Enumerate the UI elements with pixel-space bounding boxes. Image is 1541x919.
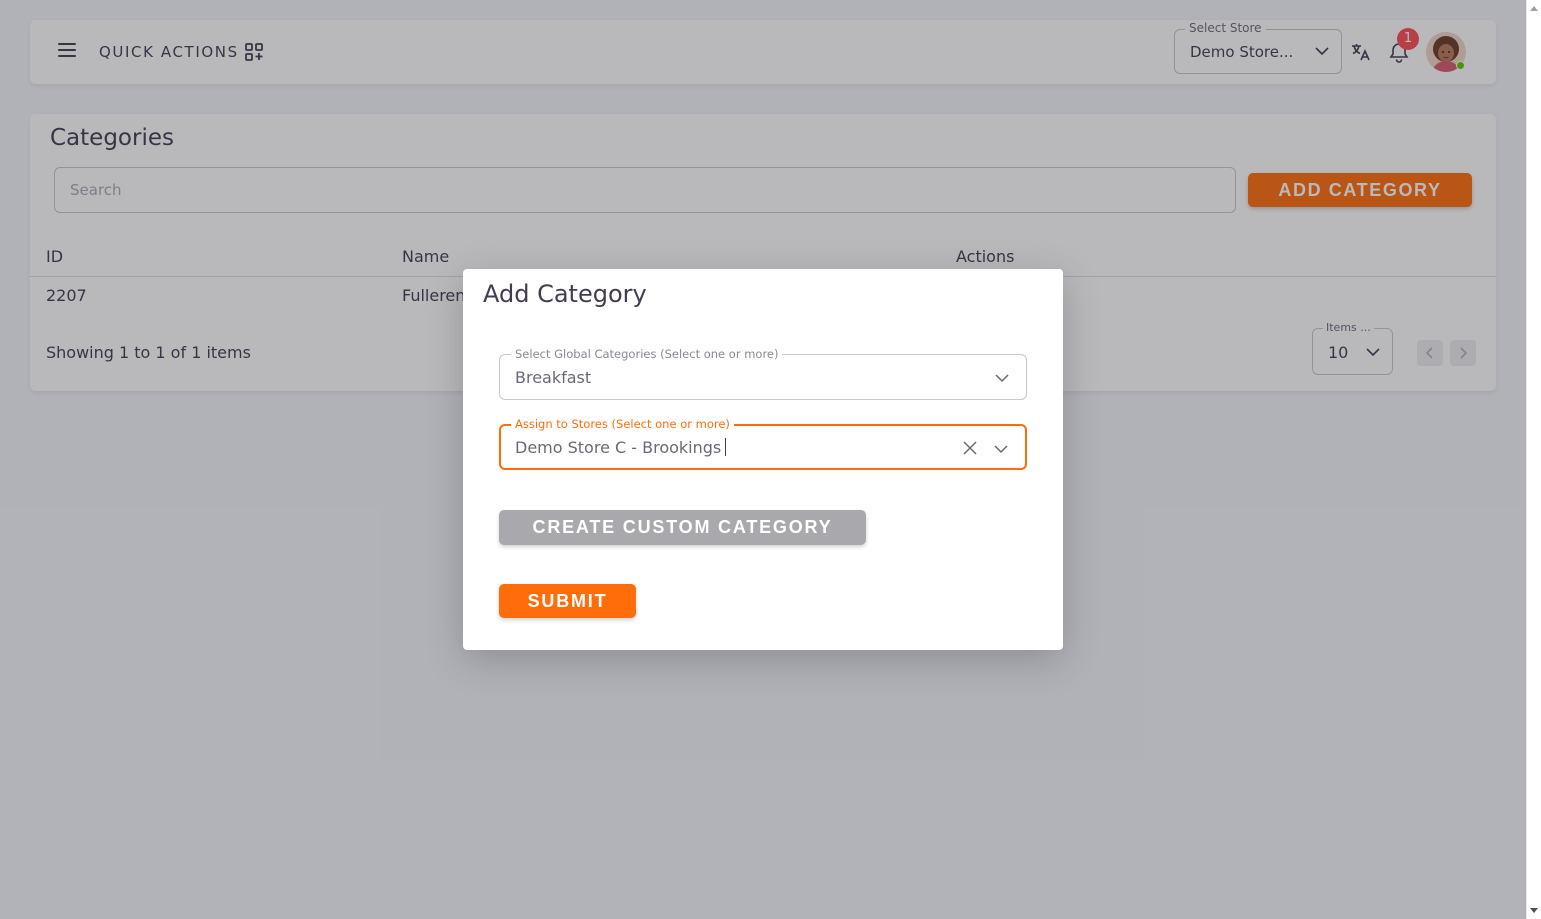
- add-category-dialog: Add Category Select Global Categories (S…: [463, 269, 1063, 650]
- global-categories-legend: Select Global Categories (Select one or …: [511, 347, 783, 361]
- scroll-down-arrow[interactable]: [1530, 908, 1538, 913]
- assign-stores-value: Demo Store C - Brookings: [515, 438, 727, 457]
- assign-stores-text: Demo Store C - Brookings: [515, 438, 722, 457]
- text-cursor: [725, 438, 727, 456]
- chevron-down-icon[interactable]: [993, 441, 1009, 457]
- global-categories-value: Breakfast: [515, 368, 592, 387]
- scroll-up-arrow[interactable]: [1530, 6, 1538, 11]
- create-custom-category-button[interactable]: CREATE CUSTOM CATEGORY: [499, 510, 866, 545]
- close-icon[interactable]: [962, 440, 978, 456]
- dialog-title: Add Category: [483, 280, 647, 308]
- global-categories-select[interactable]: Select Global Categories (Select one or …: [499, 347, 1027, 400]
- submit-button[interactable]: SUBMIT: [499, 584, 636, 618]
- assign-stores-legend: Assign to Stores (Select one or more): [511, 417, 734, 431]
- chevron-down-icon[interactable]: [994, 370, 1010, 386]
- vertical-scrollbar[interactable]: [1526, 0, 1541, 919]
- assign-stores-select[interactable]: Assign to Stores (Select one or more) De…: [499, 417, 1027, 470]
